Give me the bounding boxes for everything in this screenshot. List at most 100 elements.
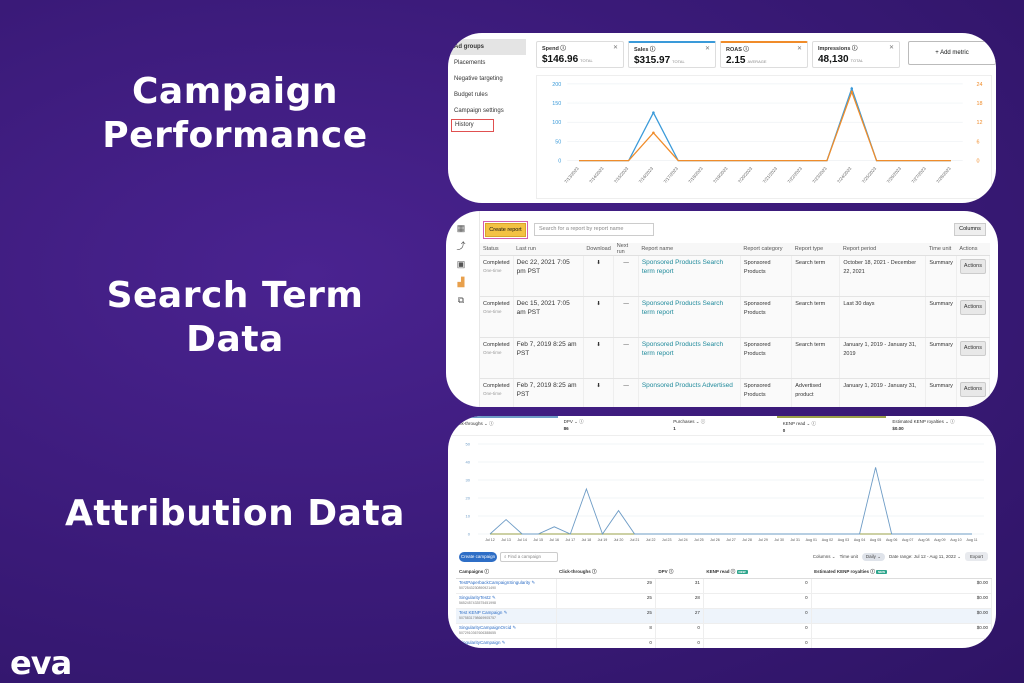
status-cell: Completed One-time [480,296,514,338]
royalties-cell: $0.00 [811,578,993,594]
column-header[interactable]: Last run [513,243,584,256]
metric-card-sales[interactable]: Sales ⓘ ✕ $315.97 TOTAL [628,41,716,68]
metric-value: $315.97 [634,55,671,66]
x-tick-label: Aug 09 [934,538,945,542]
status-text: Completed [483,301,510,307]
nav-item-placements[interactable]: Placements [448,55,526,71]
metric-qualifier: TOTAL [672,59,685,64]
add-metric-button[interactable]: + Add metric [908,41,996,65]
table-controls: Columns ⌄ Time unit Daily ⌄ Date range: … [813,552,988,561]
data-point [652,131,655,135]
time-unit-value: Daily [865,553,876,559]
x-tick-label: Jul 24 [678,538,688,542]
nav-item-history[interactable]: History [451,119,494,132]
x-tick-label: Aug 03 [838,538,849,542]
campaign-cell: TestPaperbackCampaignSingularity ✎ 507254… [456,578,557,594]
column-header[interactable]: Status [480,243,514,256]
status-cell: Completed One-time [480,378,514,407]
actions-button[interactable]: Actions [959,341,986,356]
column-header[interactable]: Estimated KENP royalties ⓘ NEW [811,567,992,579]
click-throughs-cell: 8 [556,623,656,639]
analytics-icon[interactable]: ⤴ [450,237,472,255]
new-badge: NEW [736,570,748,575]
data-point [850,87,854,90]
x-tick-label: Aug 08 [918,538,929,542]
y2-tick-label: 12 [977,120,983,126]
create-report-button[interactable]: Create report [483,221,528,239]
campaign-name-link[interactable]: SingularityCampaign ✎ [459,640,553,646]
column-header[interactable]: Time unit [925,243,957,256]
nav-item-campaign-settings[interactable]: Campaign settings [448,103,526,119]
close-icon[interactable]: ✕ [613,44,618,51]
column-header[interactable]: Campaigns ⓘ [456,567,556,579]
create-campaign-button[interactable]: Create campaign [459,552,497,562]
actions-button[interactable]: Actions [959,300,986,315]
dpv-cell: 0 [655,623,704,639]
copy-icon[interactable]: ⧉ [450,291,472,309]
close-icon[interactable]: ✕ [889,44,894,51]
dashboard-icon[interactable]: ▦ [450,219,472,237]
metric-label: Spend [542,46,559,52]
x-tick-label: Aug 02 [822,538,833,542]
column-header[interactable]: Report name [638,243,741,256]
metric-tile[interactable]: Purchases ⌄ ⓘ 1 [667,416,777,435]
export-button[interactable]: Export [964,552,988,561]
time-unit-select[interactable]: Daily ⌄ [861,552,885,561]
chevron-down-icon: ⌄ [957,553,961,559]
info-icon: ⓘ [649,47,656,53]
x-tick-label: Aug 04 [854,538,865,542]
reports-icon[interactable]: ▟ [450,273,472,291]
x-tick-label: Jul 12 [485,538,495,542]
x-tick-label: 7/24/2023 [836,165,853,184]
column-header[interactable]: KENP read ⓘ NEW [703,567,812,579]
download-icon[interactable]: ⬇ [596,383,601,389]
metric-card-impressions[interactable]: Impressions ⓘ ✕ 48,130 TOTAL [812,41,900,68]
columns-dropdown[interactable]: Columns ⌄ [813,554,836,560]
download-icon[interactable]: ⬇ [596,260,601,266]
metric-tile[interactable]: Click-throughs ⌄ ⓘ [448,416,558,435]
metric-card-roas[interactable]: ROAS ⓘ ✕ 2.15 AVERAGE [720,41,808,68]
kenp-read-cell: 0 [703,623,812,639]
column-header[interactable]: Next run [613,243,639,256]
report-name-link[interactable]: Sponsored Products Search term report [638,255,741,297]
metric-tile[interactable]: KENP read ⌄ ⓘ 0 [776,416,887,435]
close-icon[interactable]: ✕ [797,45,802,52]
metric-tile[interactable]: Estimated KENP royalties ⌄ ⓘ $0.00 [886,416,996,435]
y-tick-label: 0 [558,159,561,165]
report-search-input[interactable]: Search for a report by report name [534,223,654,236]
x-tick-label: Jul 20 [614,538,624,542]
column-header[interactable]: Report type [791,243,840,256]
last-run-cell: Feb 7, 2019 8:25 am PST [513,378,584,407]
column-header[interactable]: Actions [956,243,990,256]
report-period-cell: January 1, 2019 - January 31, 2019 [839,337,927,379]
date-range-select[interactable]: Date range: Jul 12 - Aug 11, 2022 ⌄ [889,554,961,560]
report-category-cell: Sponsored Products [740,255,793,297]
close-icon[interactable]: ✕ [705,45,710,52]
metric-qualifier: AVERAGE [747,59,767,64]
column-header[interactable]: Report category [740,243,792,256]
x-tick-label: Jul 13 [501,538,511,542]
nav-item-budget-rules[interactable]: Budget rules [448,87,526,103]
find-campaign-input[interactable]: ⌕ Find a campaign [500,552,558,562]
report-name-link[interactable]: Sponsored Products Search term report [638,337,741,379]
actions-button[interactable]: Actions [959,382,986,397]
metric-tile[interactable]: DPV ⌄ ⓘ 86 [558,416,668,435]
column-header[interactable]: Download [583,243,614,256]
metric-card-spend[interactable]: Spend ⓘ ✕ $146.96 TOTAL [536,41,624,68]
dpv-cell: 0 [655,638,704,648]
column-header[interactable]: Click-throughs ⓘ [556,567,656,579]
download-icon[interactable]: ⬇ [596,301,601,307]
column-header[interactable]: Report period [839,243,926,256]
columns-button[interactable]: Columns [954,223,986,236]
report-name-link[interactable]: Sponsored Products Search term report [638,296,741,338]
next-run-cell: — [613,296,639,338]
nav-item-ad-groups[interactable]: Ad groups [448,39,526,55]
x-tick-label: 7/21/2023 [762,165,779,184]
media-icon[interactable]: ▣ [450,255,472,273]
actions-button[interactable]: Actions [959,259,986,274]
campaign-id: 5072910367606388655 [459,630,496,635]
download-icon[interactable]: ⬇ [596,342,601,348]
nav-item-negative-targeting[interactable]: Negative targeting [448,71,526,87]
column-header[interactable]: DPV ⓘ [655,567,704,579]
report-name-link[interactable]: Sponsored Products Advertised [638,378,741,407]
